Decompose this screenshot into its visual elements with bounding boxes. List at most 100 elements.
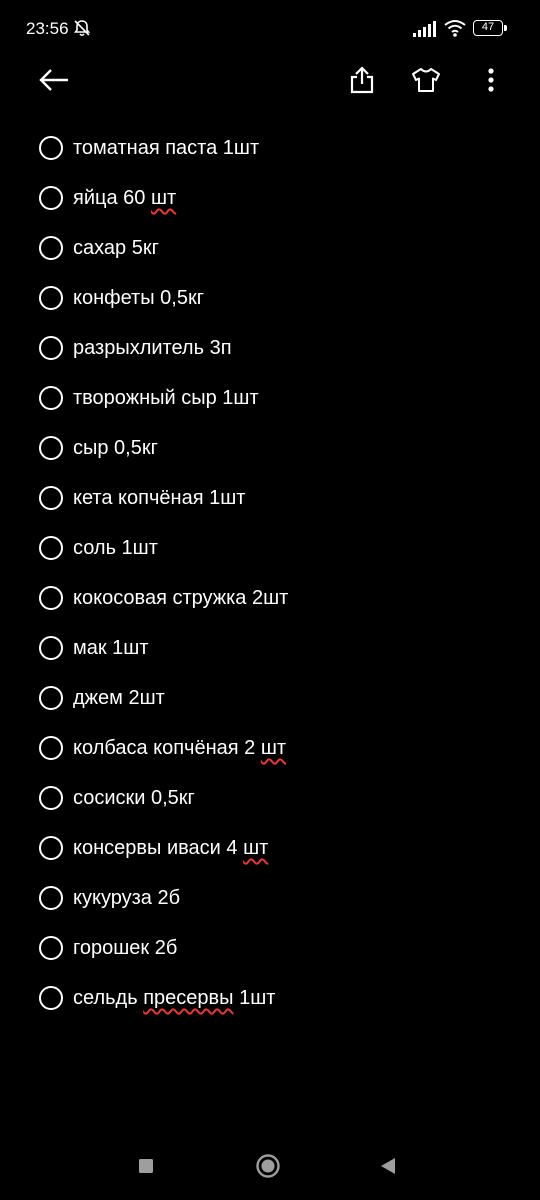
list-item[interactable]: сельдь пресервы 1шт (0, 973, 540, 1023)
status-bar: 23:56 47 (0, 0, 540, 58)
list-item-text[interactable]: кета копчёная 1шт (73, 485, 245, 511)
text-segment: кета копчёная 1шт (73, 487, 246, 509)
text-segment: 1шт (233, 987, 276, 1009)
list-item-text[interactable]: сыр 0,5кг (73, 435, 158, 461)
checkbox[interactable] (39, 536, 63, 560)
list-item[interactable]: сахар 5кг (0, 223, 540, 273)
battery-tip (504, 25, 507, 31)
checkbox[interactable] (39, 836, 63, 860)
list-item-text[interactable]: разрыхлитель 3п (73, 335, 232, 361)
theme-button[interactable] (404, 58, 448, 102)
list-item[interactable]: консервы иваси 4 шт (0, 823, 540, 873)
share-icon (350, 66, 374, 94)
text-segment: сельдь (73, 987, 144, 1009)
list-item[interactable]: томатная паста 1шт (0, 123, 540, 173)
home-button[interactable] (248, 1146, 288, 1186)
list-item-text[interactable]: сосиски 0,5кг (73, 785, 195, 811)
list-item-text[interactable]: джем 2шт (73, 685, 165, 711)
list-item-text[interactable]: соль 1шт (73, 535, 158, 561)
text-segment: сосиски 0,5кг (73, 787, 195, 809)
back-button[interactable] (32, 58, 76, 102)
list-item[interactable]: горошек 2б (0, 923, 540, 973)
list-item-text[interactable]: конфеты 0,5кг (73, 285, 204, 311)
nav-back-button[interactable] (368, 1146, 408, 1186)
text-segment: джем 2шт (73, 687, 165, 709)
checkbox[interactable] (39, 736, 63, 760)
checkbox[interactable] (39, 336, 63, 360)
text-segment: конфеты 0,5кг (73, 287, 204, 309)
text-segment: разрыхлитель 3п (73, 337, 232, 359)
checkbox[interactable] (39, 986, 63, 1010)
list-item[interactable]: соль 1шт (0, 523, 540, 573)
text-segment: сыр 0,5кг (73, 437, 158, 459)
list-item[interactable]: мак 1шт (0, 623, 540, 673)
list-item[interactable]: кокосовая стружка 2шт (0, 573, 540, 623)
text-segment: мак 1шт (73, 637, 149, 659)
list-item[interactable]: джем 2шт (0, 673, 540, 723)
list-item[interactable]: творожный сыр 1шт (0, 373, 540, 423)
arrow-left-icon (39, 69, 68, 91)
signal-icon (413, 21, 436, 37)
list-item[interactable]: яйца 60 шт (0, 173, 540, 223)
checkbox[interactable] (39, 386, 63, 410)
misspelled-word: шт (260, 737, 287, 759)
checkbox[interactable] (39, 436, 63, 460)
list-item-text[interactable]: кокосовая стружка 2шт (73, 585, 288, 611)
share-button[interactable] (340, 58, 384, 102)
text-segment: соль 1шт (73, 537, 158, 559)
navigation-bar (0, 1130, 540, 1200)
text-segment: яйца 60 (73, 187, 151, 209)
checkbox[interactable] (39, 486, 63, 510)
circle-icon (256, 1154, 280, 1178)
list-item-text[interactable]: кукуруза 2б (73, 885, 180, 911)
list-item[interactable]: колбаса копчёная 2 шт (0, 723, 540, 773)
list-item[interactable]: сыр 0,5кг (0, 423, 540, 473)
checkbox[interactable] (39, 786, 63, 810)
checkbox[interactable] (39, 236, 63, 260)
wifi-icon (444, 20, 466, 37)
checkbox[interactable] (39, 186, 63, 210)
list-item-text[interactable]: сахар 5кг (73, 235, 159, 261)
text-segment: кукуруза 2б (73, 887, 181, 909)
list-item[interactable]: сосиски 0,5кг (0, 773, 540, 823)
list-item[interactable]: конфеты 0,5кг (0, 273, 540, 323)
battery-indicator: 47 (473, 20, 503, 36)
list-item-text[interactable]: мак 1шт (73, 635, 149, 661)
text-segment: сахар 5кг (73, 237, 159, 259)
list-item-text[interactable]: горошек 2б (73, 935, 177, 961)
checklist: томатная паста 1шт яйца 60 шт сахар 5кг кон… (0, 123, 540, 1023)
checkbox[interactable] (39, 286, 63, 310)
list-item-text[interactable]: консервы иваси 4 шт (73, 835, 268, 861)
list-item-text[interactable]: сельдь пресервы 1шт (73, 985, 275, 1011)
text-segment: кокосовая стружка 2шт (73, 587, 289, 609)
text-segment: томатная паста 1шт (73, 137, 260, 159)
more-button[interactable] (469, 58, 513, 102)
checkbox[interactable] (39, 136, 63, 160)
text-segment: консервы иваси 4 (73, 837, 244, 859)
misspelled-word: шт (150, 187, 177, 209)
checkbox[interactable] (39, 686, 63, 710)
recent-apps-button[interactable] (126, 1146, 166, 1186)
list-item-text[interactable]: яйца 60 шт (73, 185, 176, 211)
list-item[interactable]: кета копчёная 1шт (0, 473, 540, 523)
list-item-text[interactable]: творожный сыр 1шт (73, 385, 259, 411)
list-item[interactable]: кукуруза 2б (0, 873, 540, 923)
text-segment: горошек 2б (73, 937, 178, 959)
more-vert-icon (488, 68, 494, 92)
toolbar (0, 58, 540, 102)
square-icon (139, 1159, 153, 1173)
checkbox[interactable] (39, 586, 63, 610)
checkbox[interactable] (39, 936, 63, 960)
list-item-text[interactable]: колбаса копчёная 2 шт (73, 735, 286, 761)
misspelled-word: шт (243, 837, 269, 859)
checkbox[interactable] (39, 636, 63, 660)
list-item[interactable]: разрыхлитель 3п (0, 323, 540, 373)
bell-off-icon (73, 20, 91, 37)
tshirt-icon (412, 68, 440, 92)
list-item-text[interactable]: томатная паста 1шт (73, 135, 259, 161)
checkbox[interactable] (39, 886, 63, 910)
status-time: 23:56 (26, 19, 69, 38)
triangle-back-icon (381, 1158, 395, 1174)
text-segment: творожный сыр 1шт (73, 387, 259, 409)
misspelled-word: пресервы (143, 987, 234, 1009)
